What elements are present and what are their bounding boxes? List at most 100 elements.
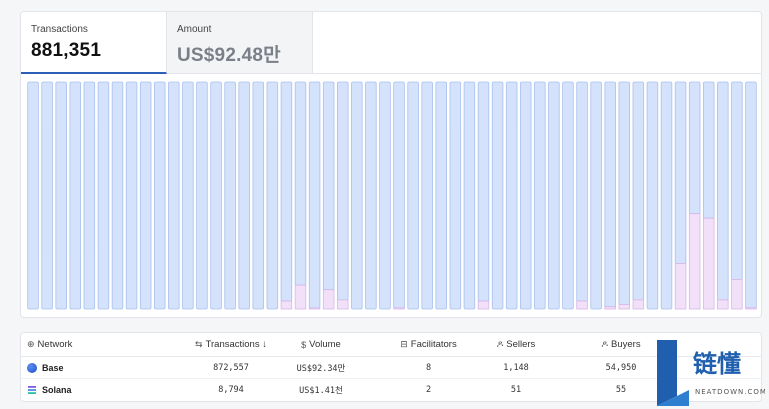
bar-base-segment[interactable] <box>519 81 532 310</box>
bar-highlight-segment[interactable] <box>604 306 616 310</box>
bar-highlight-segment[interactable] <box>688 213 701 310</box>
bar-base-segment[interactable] <box>576 81 588 302</box>
bar-base-segment[interactable] <box>379 81 391 310</box>
bar-highlight-segment[interactable] <box>674 263 687 310</box>
bar-base-segment[interactable] <box>717 81 729 301</box>
bar-base-segment[interactable] <box>646 81 659 310</box>
table-header-row: ⊕ Network ⇆ Transactions ↓ $ Volume ⊟ Fa… <box>21 333 761 357</box>
bar-base-segment[interactable] <box>491 81 504 310</box>
bar-highlight-segment[interactable] <box>294 284 307 310</box>
bar-highlight-segment[interactable] <box>702 217 715 310</box>
bar-highlight-segment[interactable] <box>745 307 757 310</box>
transactions-bar-chart <box>27 81 757 310</box>
bar-base-segment[interactable] <box>660 81 673 310</box>
base-logo-icon <box>27 362 37 373</box>
bar-base-segment[interactable] <box>435 81 448 310</box>
volume-cell: US$92.34만 <box>296 363 346 374</box>
watermark-brand: 链懂 <box>693 350 741 378</box>
header-sellers-label: Sellers <box>506 339 536 350</box>
bar-base-segment[interactable] <box>238 81 250 310</box>
network-name: Base <box>42 362 64 373</box>
bar-base-segment[interactable] <box>562 81 574 310</box>
bar-base-segment[interactable] <box>421 81 433 310</box>
table-row[interactable]: Base 872,557 US$92.34만 8 1,148 54,950 <box>21 357 761 379</box>
swap-icon: ⇆ <box>195 339 203 349</box>
bar-base-segment[interactable] <box>365 81 377 310</box>
bar-base-segment[interactable] <box>153 81 166 310</box>
network-table: ⊕ Network ⇆ Transactions ↓ $ Volume ⊟ Fa… <box>20 332 762 402</box>
bar-base-segment[interactable] <box>196 81 208 310</box>
bar-base-segment[interactable] <box>505 81 518 310</box>
header-volume[interactable]: $ Volume <box>271 333 371 356</box>
bar-base-segment[interactable] <box>97 81 110 310</box>
bar-base-segment[interactable] <box>322 81 335 291</box>
bar-base-segment[interactable] <box>534 81 546 310</box>
bar-base-segment[interactable] <box>745 81 757 309</box>
bar-base-segment[interactable] <box>407 81 419 310</box>
dollar-icon: $ <box>301 339 307 350</box>
solana-logo-icon <box>28 386 36 394</box>
header-volume-label: Volume <box>309 339 341 350</box>
bar-base-segment[interactable] <box>111 81 124 310</box>
network-name: Solana <box>42 385 72 395</box>
bar-highlight-segment[interactable] <box>393 307 405 310</box>
bar-highlight-segment[interactable] <box>322 289 335 310</box>
bar-base-segment[interactable] <box>463 81 476 310</box>
bar-base-segment[interactable] <box>69 81 82 310</box>
bar-base-segment[interactable] <box>308 81 321 309</box>
bar-highlight-segment[interactable] <box>731 279 743 310</box>
tab-transactions-label: Transactions <box>31 24 88 35</box>
header-sellers[interactable]: ዶ Sellers <box>471 333 561 356</box>
network-cell: Base <box>27 357 167 378</box>
bar-base-segment[interactable] <box>125 81 138 310</box>
bar-base-segment[interactable] <box>55 81 67 310</box>
bar-base-segment[interactable] <box>449 81 462 310</box>
bar-base-segment[interactable] <box>477 81 490 302</box>
bar-highlight-segment[interactable] <box>477 300 490 310</box>
bar-base-segment[interactable] <box>182 81 194 310</box>
bar-base-segment[interactable] <box>266 81 279 310</box>
table-row[interactable]: Solana 8,794 US$1.41천 2 51 55 <box>21 379 761 401</box>
bar-base-segment[interactable] <box>393 81 405 309</box>
bar-base-segment[interactable] <box>548 81 560 310</box>
tab-transactions-value: 881,351 <box>31 40 102 61</box>
metric-tabs: Transactions 881,351 Amount US$92.48만 <box>21 12 313 74</box>
bar-highlight-segment[interactable] <box>618 304 631 310</box>
bar-base-segment[interactable] <box>41 81 53 310</box>
bar-base-segment[interactable] <box>139 81 152 310</box>
bar-base-segment[interactable] <box>674 81 687 265</box>
bar-highlight-segment[interactable] <box>576 300 588 310</box>
bar-base-segment[interactable] <box>702 81 715 219</box>
bar-base-segment[interactable] <box>27 81 39 310</box>
tab-amount-value: US$92.48만 <box>177 45 281 66</box>
bar-base-segment[interactable] <box>224 81 236 310</box>
bar-base-segment[interactable] <box>168 81 180 310</box>
bar-highlight-segment[interactable] <box>308 307 321 310</box>
bar-base-segment[interactable] <box>618 81 631 305</box>
user-icon: ዶ <box>601 339 608 349</box>
bar-base-segment[interactable] <box>210 81 222 310</box>
bar-highlight-segment[interactable] <box>717 299 729 310</box>
bar-base-segment[interactable] <box>632 81 645 301</box>
bar-base-segment[interactable] <box>252 81 265 310</box>
facilitators-cell: 8 <box>425 362 432 373</box>
header-facilitators[interactable]: ⊟ Facilitators <box>371 333 486 356</box>
tab-amount[interactable]: Amount US$92.48만 <box>167 12 313 74</box>
bar-highlight-segment[interactable] <box>632 299 645 310</box>
bar-highlight-segment[interactable] <box>336 299 349 310</box>
bar-base-segment[interactable] <box>688 81 701 215</box>
bar-highlight-segment[interactable] <box>280 300 293 310</box>
tab-transactions[interactable]: Transactions 881,351 <box>21 12 167 74</box>
bar-base-segment[interactable] <box>83 81 96 310</box>
bar-base-segment[interactable] <box>731 81 743 280</box>
bar-base-segment[interactable] <box>604 81 616 308</box>
globe-icon: ⊕ <box>27 339 35 349</box>
bar-base-segment[interactable] <box>336 81 349 301</box>
bar-base-segment[interactable] <box>590 81 602 310</box>
network-cell: Solana <box>27 379 167 401</box>
header-transactions-label: Transactions ↓ <box>205 339 267 350</box>
bar-base-segment[interactable] <box>280 81 293 302</box>
bar-base-segment[interactable] <box>351 81 363 310</box>
bar-base-segment[interactable] <box>294 81 307 286</box>
header-network[interactable]: ⊕ Network <box>27 333 167 356</box>
